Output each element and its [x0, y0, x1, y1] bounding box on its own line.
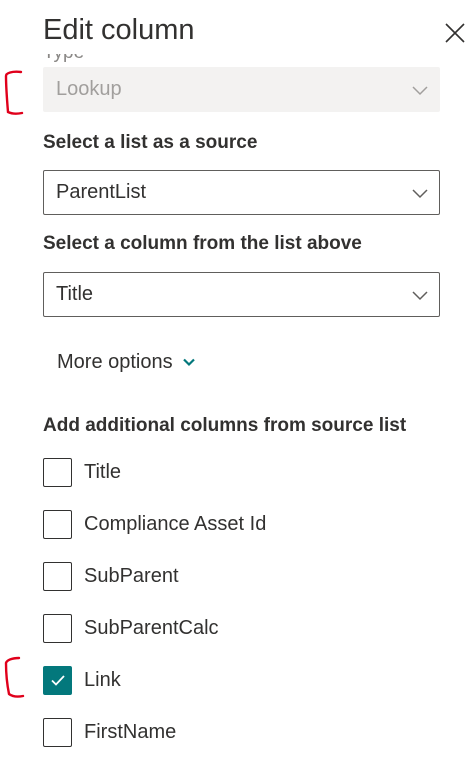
source-column-value: Title [56, 283, 94, 305]
checkbox-label: FirstName [84, 720, 177, 743]
checkbox-row-link[interactable]: Link [43, 665, 121, 695]
type-dropdown[interactable]: Lookup [43, 67, 440, 112]
source-list-dropdown[interactable]: ParentList [43, 170, 440, 215]
checkbox-label: Title [84, 460, 122, 483]
checkbox[interactable] [43, 717, 72, 747]
annotation-bracket [4, 656, 25, 698]
chevron-down-icon [411, 184, 429, 207]
source-list-value: ParentList [56, 181, 147, 203]
source-list-label: Select a list as a source [43, 132, 258, 153]
more-options-label: More options [57, 351, 173, 373]
source-column-label: Select a column from the list above [43, 233, 362, 254]
panel-title: Edit column [43, 14, 195, 46]
checkbox[interactable] [43, 613, 72, 643]
chevron-down-icon [411, 286, 429, 309]
checkbox-label: SubParent [84, 564, 179, 587]
checkbox-label: Link [84, 668, 121, 691]
checkbox-label: SubParentCalc [84, 616, 219, 639]
chevron-down-icon [411, 81, 429, 104]
chevron-down-icon [182, 358, 195, 367]
checkbox[interactable] [43, 457, 72, 487]
checkbox-row-compliance-asset-id[interactable]: Compliance Asset Id [43, 509, 266, 539]
checkmark-icon [50, 675, 65, 686]
checkbox-row-firstname[interactable]: FirstName [43, 717, 176, 747]
more-options-button[interactable]: More options [57, 348, 196, 376]
type-dropdown-value: Lookup [56, 78, 122, 100]
checkbox[interactable] [43, 509, 72, 539]
type-field-label: Type [43, 54, 84, 62]
checkbox[interactable] [43, 561, 72, 591]
checkbox-row-subparent[interactable]: SubParent [43, 561, 179, 591]
checkbox-row-subparentcalc[interactable]: SubParentCalc [43, 613, 219, 643]
checkbox-label: Compliance Asset Id [84, 512, 267, 535]
annotation-bracket [4, 70, 24, 115]
close-icon [445, 23, 465, 43]
source-column-dropdown[interactable]: Title [43, 272, 440, 317]
close-button[interactable] [440, 18, 470, 48]
checkbox-row-title[interactable]: Title [43, 457, 121, 487]
checkbox-checked[interactable] [43, 665, 72, 695]
additional-columns-label: Add additional columns from source list [43, 415, 407, 436]
